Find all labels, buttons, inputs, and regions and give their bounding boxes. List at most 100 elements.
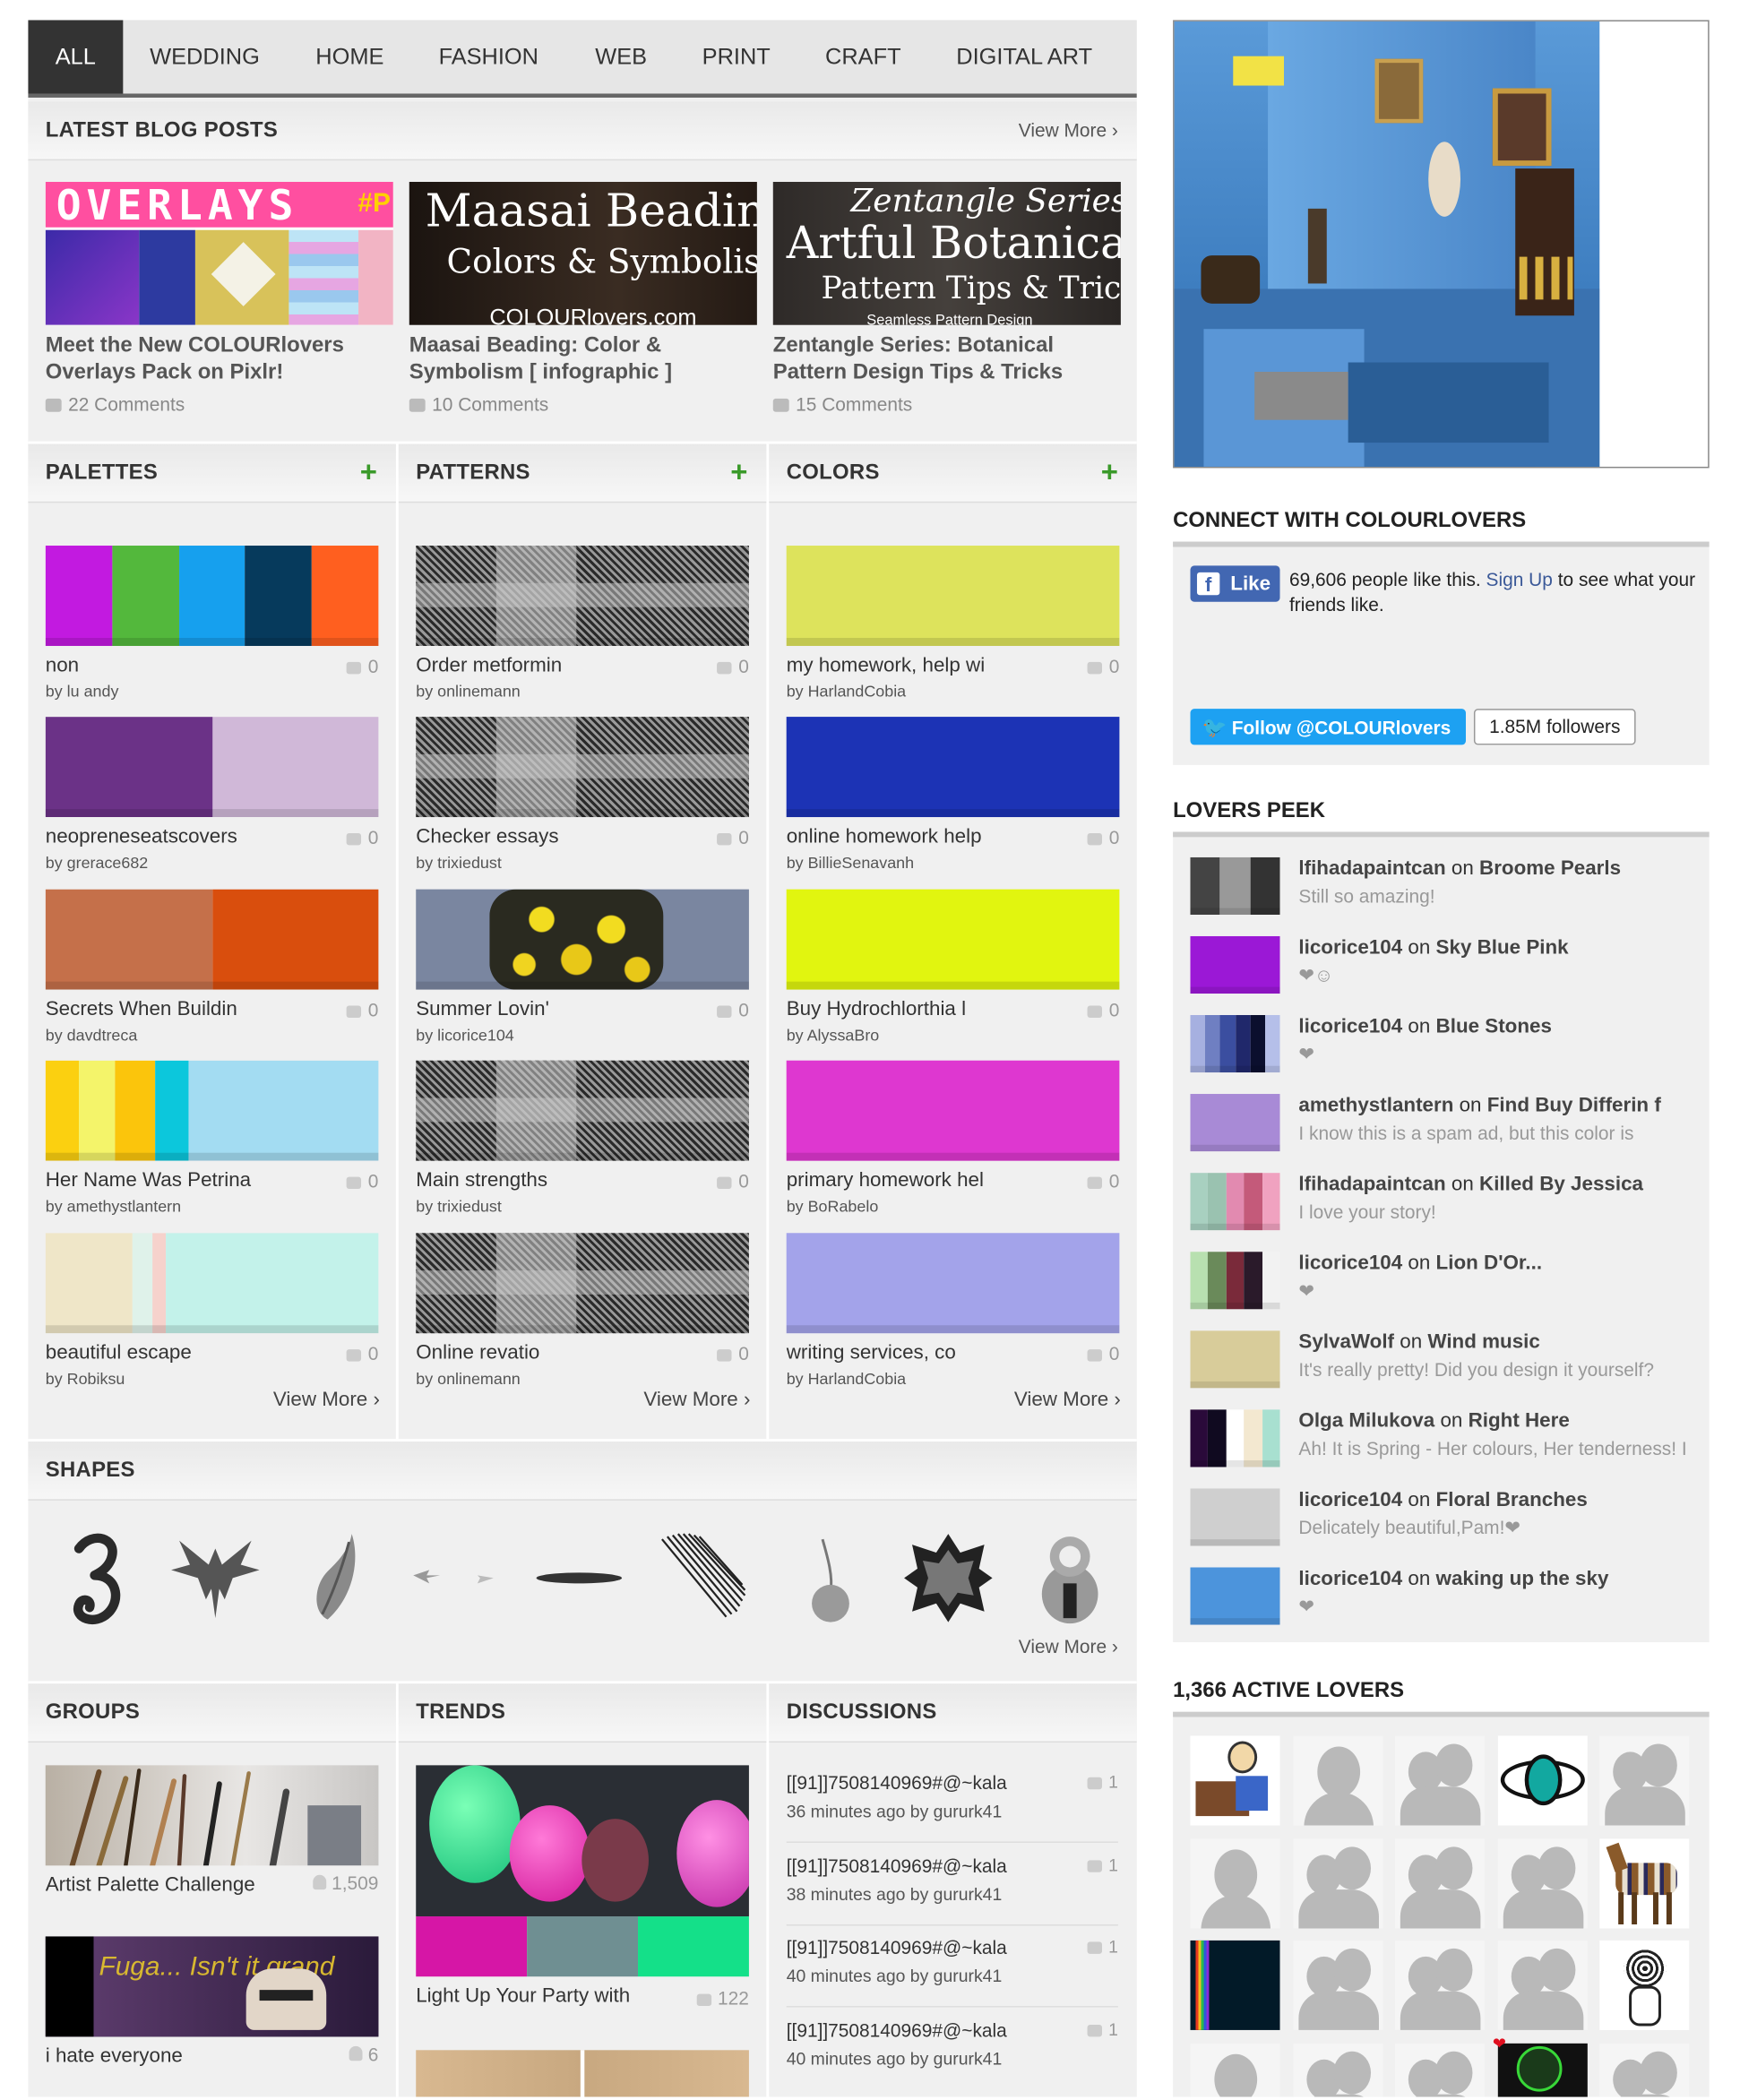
tab-fashion[interactable]: FASHION bbox=[439, 20, 538, 93]
color-author[interactable]: by AlyssaBro bbox=[787, 1026, 1120, 1045]
trend-image[interactable] bbox=[416, 1765, 749, 1917]
color-comment-count[interactable]: 0 bbox=[1087, 999, 1119, 1020]
pattern-comment-count[interactable]: 0 bbox=[717, 999, 749, 1020]
lover-avatar[interactable] bbox=[1394, 1940, 1485, 2030]
palette-name[interactable]: Her Name Was Petrina bbox=[46, 1169, 333, 1192]
palette-author[interactable]: by amethystlantern bbox=[46, 1197, 379, 1216]
lover-avatar[interactable] bbox=[1292, 1838, 1383, 1928]
blog-post-comments[interactable]: 22 Comments bbox=[45, 393, 393, 415]
peek-target-link[interactable]: Lion D'Or... bbox=[1436, 1252, 1543, 1274]
lover-avatar[interactable] bbox=[1497, 2043, 1588, 2097]
shape-streak-icon[interactable] bbox=[534, 1525, 627, 1631]
lover-avatar[interactable] bbox=[1394, 2043, 1485, 2097]
peek-target-link[interactable]: Killed By Jessica bbox=[1479, 1173, 1643, 1195]
pattern-name[interactable]: Online revatio bbox=[416, 1341, 703, 1364]
palette-author[interactable]: by Robiksu bbox=[46, 1370, 379, 1389]
peek-thumbnail[interactable] bbox=[1190, 1173, 1280, 1231]
blog-post-comments[interactable]: 15 Comments bbox=[772, 393, 1121, 415]
tab-wedding[interactable]: WEDDING bbox=[150, 20, 260, 93]
peek-user-link[interactable]: licorice104 bbox=[1298, 1488, 1402, 1510]
pattern-name[interactable]: Summer Lovin' bbox=[416, 998, 703, 1020]
color-item[interactable]: online homework help by BillieSenavanh 0 bbox=[786, 717, 1120, 872]
pattern-name[interactable]: Checker essays bbox=[416, 825, 703, 848]
peek-thumbnail[interactable] bbox=[1190, 1567, 1280, 1625]
pattern-comment-count[interactable]: 0 bbox=[717, 655, 749, 676]
color-comment-count[interactable]: 0 bbox=[1087, 1343, 1119, 1364]
palette-swatch[interactable] bbox=[45, 1060, 379, 1161]
discussion-item[interactable]: [[91]]7508140969#@~kala 40 minutes ago by… bbox=[786, 1936, 1118, 2008]
palette-comment-count[interactable]: 0 bbox=[346, 826, 378, 848]
pattern-comment-count[interactable]: 0 bbox=[717, 826, 749, 848]
peek-thumbnail[interactable] bbox=[1190, 1330, 1280, 1389]
group-name[interactable]: Artist Palette Challenge bbox=[46, 1873, 333, 1896]
peek-item[interactable]: licorice104 on Blue Stones ❤ bbox=[1190, 1014, 1699, 1085]
pattern-item[interactable]: Main strengths by trixiedust 0 bbox=[416, 1060, 749, 1216]
peek-target-link[interactable]: Blue Stones bbox=[1436, 1015, 1552, 1037]
pattern-author[interactable]: by trixiedust bbox=[416, 1197, 749, 1216]
discussion-title[interactable]: [[91]]7508140969#@~kala bbox=[787, 2018, 1118, 2040]
color-author[interactable]: by HarlandCobia bbox=[787, 682, 1120, 701]
color-item[interactable]: writing services, co by HarlandCobia 0 bbox=[786, 1233, 1120, 1388]
tab-web[interactable]: WEB bbox=[595, 20, 647, 93]
color-item[interactable]: primary homework hel by BoRabelo 0 bbox=[786, 1060, 1120, 1216]
blog-post-image[interactable]: Zentangle Series Artful Botanical Patter… bbox=[772, 182, 1121, 325]
pattern-item[interactable]: Order metformin by onlinemann 0 bbox=[416, 546, 749, 701]
pattern-item[interactable]: Checker essays by trixiedust 0 bbox=[416, 717, 749, 872]
blog-post-title[interactable]: Maasai Beading: Color & Symbolism [ info… bbox=[409, 333, 757, 387]
peek-target-link[interactable]: Floral Branches bbox=[1436, 1488, 1588, 1510]
peek-target-link[interactable]: waking up the sky bbox=[1436, 1567, 1609, 1589]
color-name[interactable]: primary homework hel bbox=[787, 1169, 1074, 1192]
peek-item[interactable]: Olga Milukova on Right Here Ah! It is Spr… bbox=[1190, 1409, 1699, 1479]
color-comment-count[interactable]: 0 bbox=[1087, 1170, 1119, 1192]
peek-user-link[interactable]: lfihadapaintcan bbox=[1298, 857, 1445, 880]
lover-avatar[interactable] bbox=[1292, 1735, 1383, 1826]
palette-author[interactable]: by grerace682 bbox=[46, 853, 379, 872]
pattern-author[interactable]: by onlinemann bbox=[416, 1370, 749, 1389]
peek-item[interactable]: SylvaWolf on Wind music It's really prett… bbox=[1190, 1330, 1699, 1400]
pattern-name[interactable]: Order metformin bbox=[416, 654, 703, 676]
palette-item[interactable]: beautiful escape by Robiksu 0 bbox=[45, 1233, 379, 1389]
color-author[interactable]: by BillieSenavanh bbox=[787, 853, 1120, 872]
pattern-name[interactable]: Main strengths bbox=[416, 1169, 703, 1192]
museum-ad-banner[interactable] bbox=[1173, 20, 1710, 469]
group-item[interactable]: Artist Palette Challenge 1,509 bbox=[45, 1765, 379, 1897]
color-swatch[interactable] bbox=[786, 717, 1120, 818]
tab-craft[interactable]: CRAFT bbox=[825, 20, 901, 93]
shape-star-icon[interactable] bbox=[901, 1525, 995, 1631]
tab-digital-art[interactable]: DIGITAL ART bbox=[956, 20, 1092, 93]
pattern-author[interactable]: by trixiedust bbox=[416, 853, 749, 872]
tab-all[interactable]: ALL bbox=[28, 20, 124, 94]
peek-target-link[interactable]: Sky Blue Pink bbox=[1436, 936, 1569, 959]
peek-user-link[interactable]: amethystlantern bbox=[1298, 1094, 1453, 1116]
shape-bat-icon[interactable] bbox=[168, 1525, 262, 1631]
palette-item[interactable]: non by lu andy 0 bbox=[45, 546, 379, 701]
peek-target-link[interactable]: Right Here bbox=[1469, 1409, 1570, 1432]
color-name[interactable]: writing services, co bbox=[787, 1341, 1074, 1364]
pattern-item[interactable]: Online revatio by onlinemann 0 bbox=[416, 1233, 749, 1388]
palette-name[interactable]: non bbox=[46, 654, 333, 676]
discussion-item[interactable]: [[91]]7508140969#@~kala 38 minutes ago by… bbox=[786, 1855, 1118, 1925]
blog-post-image[interactable]: Maasai Beading Colors & Symbolism COLOUR… bbox=[409, 182, 757, 325]
peek-user-link[interactable]: lfihadapaintcan bbox=[1298, 1173, 1445, 1195]
group-item[interactable]: Fuga... Isn't it grand i hate everyone 6 bbox=[45, 1936, 379, 2068]
shape-arrows-icon[interactable] bbox=[408, 1525, 501, 1631]
palette-swatch[interactable] bbox=[45, 546, 379, 646]
palette-swatch[interactable] bbox=[45, 1233, 379, 1334]
shape-cherry-icon[interactable] bbox=[782, 1525, 875, 1631]
peek-item[interactable]: lfihadapaintcan on Broome Pearls Still so… bbox=[1190, 856, 1699, 927]
peek-item[interactable]: licorice104 on waking up the sky ❤ bbox=[1190, 1567, 1699, 1637]
group-image[interactable] bbox=[45, 1765, 379, 1866]
color-name[interactable]: Buy Hydrochlorthia l bbox=[787, 998, 1074, 1020]
colors-view-more-link[interactable]: View More › bbox=[1014, 1388, 1121, 1410]
palette-author[interactable]: by lu andy bbox=[46, 682, 379, 701]
pattern-comment-count[interactable]: 0 bbox=[717, 1343, 749, 1364]
palette-name[interactable]: beautiful escape bbox=[46, 1341, 333, 1364]
facebook-like-button[interactable]: f Like bbox=[1190, 565, 1280, 602]
peek-user-link[interactable]: Olga Milukova bbox=[1298, 1409, 1434, 1432]
peek-thumbnail[interactable] bbox=[1190, 856, 1280, 916]
pattern-author[interactable]: by licorice104 bbox=[416, 1026, 749, 1045]
palette-comment-count[interactable]: 0 bbox=[346, 1170, 378, 1192]
blog-post[interactable]: Maasai Beading Colors & Symbolism COLOUR… bbox=[409, 182, 757, 415]
pattern-author[interactable]: by onlinemann bbox=[416, 682, 749, 701]
pattern-comment-count[interactable]: 0 bbox=[717, 1170, 749, 1192]
